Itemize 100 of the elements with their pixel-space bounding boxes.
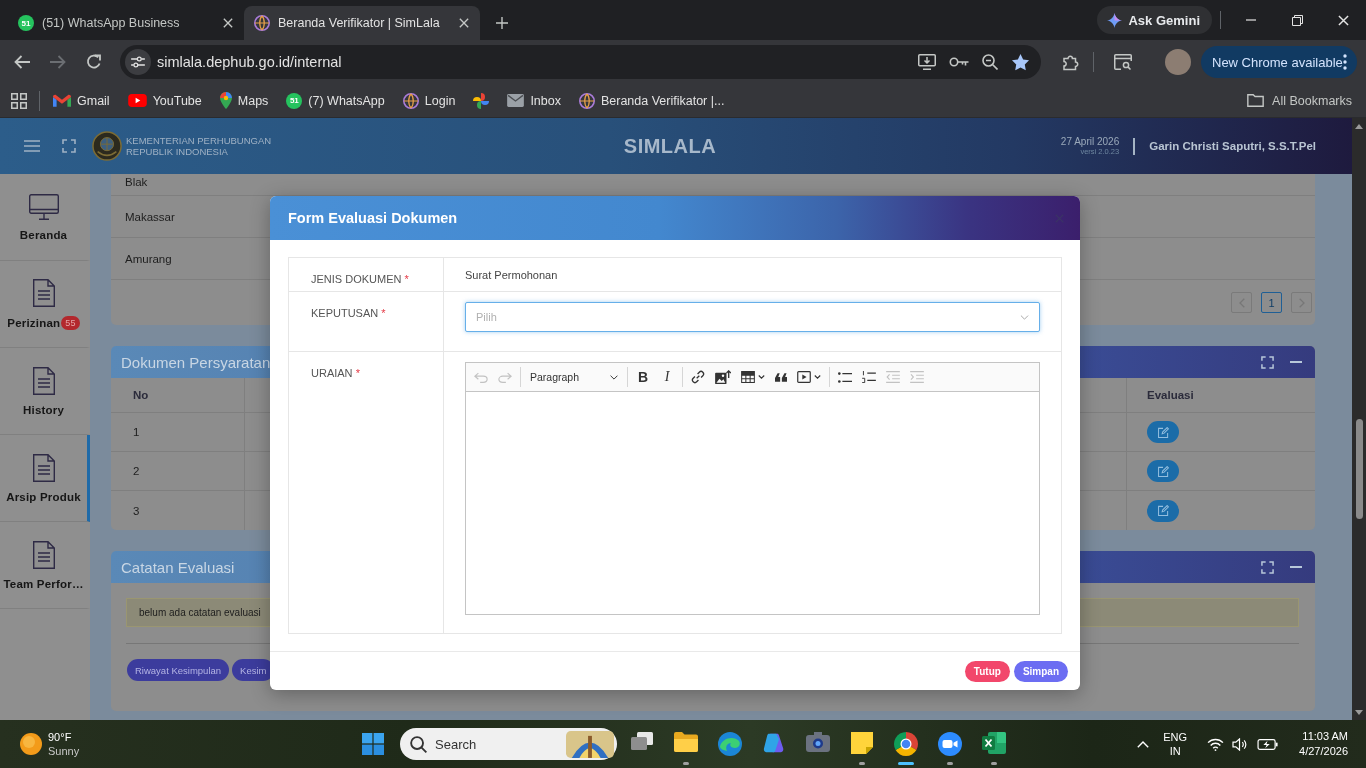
bold-button[interactable]: B <box>631 365 655 389</box>
italic-button[interactable]: I <box>655 365 679 389</box>
caret-down-icon <box>758 375 765 379</box>
edit-icon <box>1157 505 1169 516</box>
swirl-icon[interactable] <box>718 732 742 756</box>
chevron-down-icon <box>610 374 618 380</box>
chevron-down-icon <box>1020 315 1029 320</box>
fullscreen-icon[interactable] <box>1261 560 1274 574</box>
table-cell-text: 3 <box>132 503 141 519</box>
browser-tab[interactable]: 51 (51) WhatsApp Business <box>8 6 244 40</box>
bookmark-item[interactable]: Inbox <box>501 86 567 115</box>
save-button[interactable]: Simpan <box>1013 660 1068 682</box>
edit-button[interactable] <box>1147 460 1179 482</box>
language-button[interactable]: ENG IN <box>1163 730 1188 758</box>
speaker-icon[interactable] <box>1232 737 1248 751</box>
field-label: KEPUTUSAN * <box>311 307 386 319</box>
puzzle-icon[interactable] <box>1062 53 1080 71</box>
mail-icon <box>53 93 71 108</box>
camera-icon[interactable] <box>806 732 830 752</box>
scrollbar-thumb[interactable] <box>1355 419 1363 519</box>
link-icon[interactable] <box>691 370 705 384</box>
edit-icon <box>1157 465 1169 477</box>
fullscreen-icon[interactable] <box>1261 355 1274 369</box>
ribbon-icon[interactable] <box>762 732 786 754</box>
menu-icon[interactable] <box>24 140 40 152</box>
plus-icon[interactable] <box>496 17 508 29</box>
kebab-menu-icon <box>1343 54 1347 70</box>
bookmark-item[interactable]: Login <box>396 86 462 115</box>
edit-button[interactable] <box>1147 499 1179 522</box>
update-chrome-button[interactable]: New Chrome available <box>1201 46 1357 78</box>
image-upload-icon[interactable] <box>715 370 731 384</box>
globe-icon <box>254 15 270 31</box>
restore-icon[interactable] <box>1291 14 1303 26</box>
bookmark-item[interactable]: 51 (7) WhatsApp <box>280 86 391 115</box>
modal-title: Form Evaluasi Dokumen <box>288 210 458 226</box>
bookmark-item[interactable]: Maps <box>213 86 275 115</box>
ask-gemini-button[interactable]: Ask Gemini <box>1097 6 1212 34</box>
bookmark-item[interactable]: Beranda Verifikator |... <box>572 86 731 115</box>
browser-tab[interactable]: Beranda Verifikator | SimLala <box>244 6 480 40</box>
temperature-label: 90°F <box>48 730 73 744</box>
document-icon <box>32 366 55 395</box>
count-badge: 55 <box>61 315 80 330</box>
star-icon[interactable] <box>1011 53 1030 71</box>
wifi-icon[interactable] <box>1207 737 1225 751</box>
heading-dropdown[interactable]: Paragraph <box>524 365 624 389</box>
summary-history-button[interactable]: Riwayat Kesimpulan <box>127 659 230 681</box>
editor-field[interactable] <box>465 392 1040 615</box>
install-icon[interactable] <box>918 54 936 70</box>
folder-icon[interactable] <box>674 732 698 752</box>
browser-logo-icon[interactable] <box>894 732 918 756</box>
card-title: Catatan Evaluasi <box>121 558 236 576</box>
media-icon <box>797 371 811 383</box>
close-button[interactable]: Tutup <box>964 660 1010 682</box>
decision-select[interactable]: Pilih <box>465 302 1040 332</box>
reload-icon[interactable] <box>86 54 102 70</box>
bulleted-list-icon[interactable] <box>838 371 852 383</box>
table-cell-text: 1 <box>132 425 141 440</box>
sun-icon[interactable] <box>20 733 42 755</box>
clock-button[interactable]: 11:03 AM 4/27/2026 <box>1299 729 1348 759</box>
edit-button[interactable] <box>1147 421 1179 443</box>
folder-icon <box>1247 94 1265 107</box>
scroll-up-icon[interactable] <box>1355 124 1363 129</box>
all-bookmarks-button[interactable]: All Bookmarks <box>1241 86 1358 115</box>
edit-icon <box>1157 426 1169 438</box>
field-label: JENIS DOKUMEN * <box>311 273 409 285</box>
illustration-icon <box>566 730 614 758</box>
numbered-list-icon[interactable] <box>862 371 876 383</box>
zoom-out-icon[interactable] <box>982 54 998 70</box>
fullscreen-icon[interactable] <box>62 139 76 153</box>
user-name[interactable]: Garin Christi Saputri, S.S.T.Pel <box>1149 140 1316 152</box>
back-icon[interactable] <box>14 55 30 69</box>
column-header: No <box>132 388 150 403</box>
key-icon[interactable] <box>949 57 969 67</box>
site-info-button[interactable] <box>125 49 151 75</box>
chevron-up-icon[interactable] <box>1137 740 1150 748</box>
scroll-down-icon[interactable] <box>1355 710 1363 715</box>
sticky-note-icon[interactable] <box>851 732 873 754</box>
envelope-icon <box>507 94 525 107</box>
bookmark-item[interactable]: Gmail <box>47 86 116 115</box>
video-camera-icon[interactable] <box>938 732 962 756</box>
address-bar[interactable]: simlala.dephub.go.id/internal <box>120 45 1041 79</box>
map-pin-icon <box>219 92 232 109</box>
app-title: SIMLALA <box>623 134 717 158</box>
quote-icon[interactable] <box>775 372 787 382</box>
spreadsheet-icon[interactable] <box>982 732 1006 754</box>
start-icon[interactable] <box>362 733 384 755</box>
field-value: Surat Permohonan <box>465 268 559 282</box>
apps-grid-icon[interactable] <box>11 92 27 109</box>
caret-down-icon <box>814 375 821 379</box>
tab-search-icon[interactable] <box>1114 54 1132 70</box>
field-label: URAIAN * <box>311 367 360 379</box>
document-icon <box>32 453 55 482</box>
header-date: 27 April 2026 <box>1060 136 1120 147</box>
document-icon <box>32 278 55 307</box>
avatar-icon[interactable] <box>1165 49 1191 75</box>
task-view-icon[interactable] <box>631 732 653 750</box>
battery-icon[interactable] <box>1257 738 1279 750</box>
monitor-icon <box>28 193 59 220</box>
bookmark-item[interactable]: YouTube <box>121 86 208 115</box>
organization-name: KEMENTERIAN PERHUBUNGAN REPUBLIK INDONESIA <box>126 135 272 157</box>
